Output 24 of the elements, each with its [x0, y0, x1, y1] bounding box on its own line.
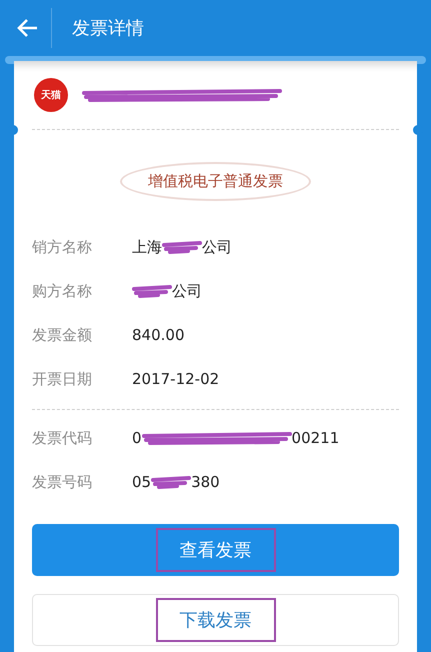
field-value: 公司 [202, 238, 232, 256]
field-value: 2017-12-02 [132, 370, 220, 388]
field-label: 发票代码 [32, 428, 93, 448]
back-arrow-icon [16, 18, 38, 38]
view-invoice-button[interactable]: 查看发票 [32, 524, 399, 576]
field-value: 05 [132, 473, 152, 491]
download-invoice-button[interactable]: 下载发票 [32, 594, 399, 646]
field-label: 销方名称 [32, 238, 93, 256]
invoice-type-stamp: 增值税电子普通发票 [120, 162, 311, 201]
field-value: 公司 [172, 282, 202, 300]
field-label: 购方名称 [32, 282, 93, 300]
field-label: 发票金额 [32, 326, 93, 344]
field-label: 开票日期 [32, 370, 93, 388]
redaction-mark [132, 284, 172, 298]
field-value: 上海 [132, 238, 162, 256]
field-value: 00211 [292, 429, 340, 447]
redaction-mark [162, 240, 202, 254]
field-value: 380 [191, 473, 220, 491]
field-label: 发票号码 [32, 472, 93, 492]
store-logo: 天猫 [34, 78, 68, 112]
page-title: 发票详情 [72, 17, 144, 40]
field-value: 840.00 [132, 326, 184, 344]
field-value: 0 [132, 429, 142, 447]
redaction-mark [151, 475, 192, 489]
